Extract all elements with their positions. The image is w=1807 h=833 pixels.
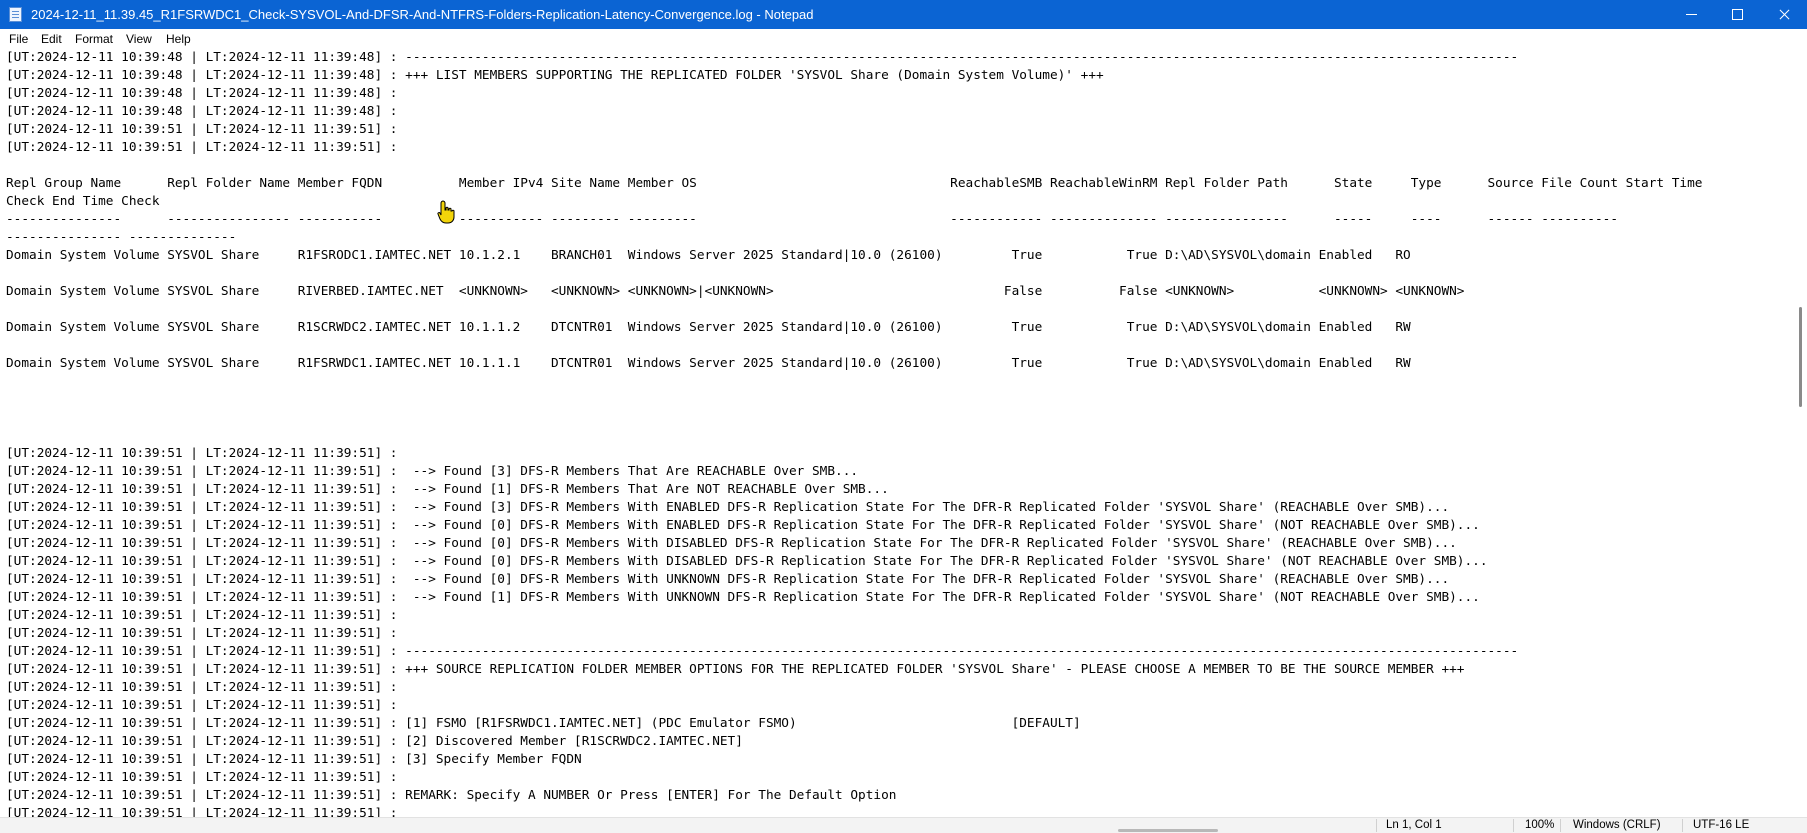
text-line: Domain System Volume SYSVOL Share R1FSRO… bbox=[6, 248, 1411, 263]
text-line: Domain System Volume SYSVOL Share RIVERB… bbox=[6, 284, 1465, 299]
notepad-window: 2024-12-11_11.39.45_R1FSRWDC1_Check-SYSV… bbox=[0, 0, 1807, 833]
text-line bbox=[6, 409, 1795, 427]
text-line: [UT:2024-12-11 10:39:51 | LT:2024-12-11 … bbox=[6, 788, 897, 803]
hand-pointer-icon bbox=[437, 200, 455, 224]
vertical-scrollbar[interactable] bbox=[1795, 49, 1807, 817]
encoding: UTF-16 LE bbox=[1693, 819, 1750, 831]
text-line: [UT:2024-12-11 10:39:51 | LT:2024-12-11 … bbox=[6, 518, 1480, 533]
text-line bbox=[6, 265, 1795, 283]
maximize-button[interactable] bbox=[1714, 0, 1760, 29]
minimize-button[interactable] bbox=[1668, 0, 1714, 29]
text-line: [UT:2024-12-11 10:39:51 | LT:2024-12-11 … bbox=[6, 752, 582, 767]
text-line bbox=[6, 391, 1795, 409]
text-line: --------------- -------------- bbox=[6, 230, 237, 245]
notepad-icon bbox=[9, 7, 22, 22]
text-line: [UT:2024-12-11 10:39:51 | LT:2024-12-11 … bbox=[6, 626, 398, 641]
text-line bbox=[6, 427, 1795, 445]
text-line: [UT:2024-12-11 10:39:51 | LT:2024-12-11 … bbox=[6, 536, 1457, 551]
text-line: [UT:2024-12-11 10:39:51 | LT:2024-12-11 … bbox=[6, 716, 1081, 731]
text-line: [UT:2024-12-11 10:39:48 | LT:2024-12-11 … bbox=[6, 86, 398, 101]
window-title: 2024-12-11_11.39.45_R1FSRWDC1_Check-SYSV… bbox=[31, 7, 814, 22]
text-line: [UT:2024-12-11 10:39:51 | LT:2024-12-11 … bbox=[6, 140, 398, 155]
text-line: [UT:2024-12-11 10:39:51 | LT:2024-12-11 … bbox=[6, 464, 859, 479]
text-line: [UT:2024-12-11 10:39:51 | LT:2024-12-11 … bbox=[6, 122, 398, 137]
text-line: Domain System Volume SYSVOL Share R1FSRW… bbox=[6, 356, 1411, 371]
text-line bbox=[6, 337, 1795, 355]
text-line: [UT:2024-12-11 10:39:51 | LT:2024-12-11 … bbox=[6, 770, 398, 785]
menu-edit[interactable]: Edit bbox=[41, 29, 62, 49]
text-line: Domain System Volume SYSVOL Share R1SCRW… bbox=[6, 320, 1411, 335]
menu-bar: File Edit Format View Help bbox=[0, 29, 1807, 49]
text-editor[interactable]: [UT:2024-12-11 10:39:48 | LT:2024-12-11 … bbox=[0, 49, 1795, 817]
text-line: [UT:2024-12-11 10:39:51 | LT:2024-12-11 … bbox=[6, 734, 743, 749]
text-line: [UT:2024-12-11 10:39:51 | LT:2024-12-11 … bbox=[6, 482, 889, 497]
title-bar[interactable]: 2024-12-11_11.39.45_R1FSRWDC1_Check-SYSV… bbox=[0, 0, 1807, 29]
vertical-scrollbar-thumb[interactable] bbox=[1799, 307, 1802, 407]
menu-help[interactable]: Help bbox=[166, 29, 191, 49]
menu-file[interactable]: File bbox=[9, 29, 28, 49]
text-line: [UT:2024-12-11 10:39:51 | LT:2024-12-11 … bbox=[6, 644, 1519, 659]
close-button[interactable] bbox=[1761, 0, 1807, 29]
text-line: [UT:2024-12-11 10:39:51 | LT:2024-12-11 … bbox=[6, 608, 398, 623]
text-line: [UT:2024-12-11 10:39:51 | LT:2024-12-11 … bbox=[6, 680, 398, 695]
text-line bbox=[6, 301, 1795, 319]
text-line: [UT:2024-12-11 10:39:51 | LT:2024-12-11 … bbox=[6, 806, 398, 817]
text-line: [UT:2024-12-11 10:39:51 | LT:2024-12-11 … bbox=[6, 572, 1450, 587]
text-line: [UT:2024-12-11 10:39:51 | LT:2024-12-11 … bbox=[6, 554, 1488, 569]
menu-format[interactable]: Format bbox=[75, 29, 113, 49]
text-line: [UT:2024-12-11 10:39:51 | LT:2024-12-11 … bbox=[6, 500, 1450, 515]
menu-view[interactable]: View bbox=[126, 29, 152, 49]
text-line: [UT:2024-12-11 10:39:48 | LT:2024-12-11 … bbox=[6, 104, 398, 119]
text-line: [UT:2024-12-11 10:39:48 | LT:2024-12-11 … bbox=[6, 68, 1104, 83]
status-bar: Ln 1, Col 1 100% Windows (CRLF) UTF-16 L… bbox=[0, 817, 1807, 833]
text-line: Check End Time Check bbox=[6, 194, 160, 209]
text-line: [UT:2024-12-11 10:39:48 | LT:2024-12-11 … bbox=[6, 50, 1519, 65]
text-line: [UT:2024-12-11 10:39:51 | LT:2024-12-11 … bbox=[6, 662, 1465, 677]
editor-content[interactable]: [UT:2024-12-11 10:39:48 | LT:2024-12-11 … bbox=[0, 49, 1795, 817]
text-line bbox=[6, 373, 1795, 391]
text-line: [UT:2024-12-11 10:39:51 | LT:2024-12-11 … bbox=[6, 698, 398, 713]
cursor-position: Ln 1, Col 1 bbox=[1386, 819, 1442, 831]
text-line: Repl Group Name Repl Folder Name Member … bbox=[6, 176, 1703, 191]
zoom-level: 100% bbox=[1525, 819, 1555, 831]
text-line: [UT:2024-12-11 10:39:51 | LT:2024-12-11 … bbox=[6, 590, 1480, 605]
line-ending: Windows (CRLF) bbox=[1573, 819, 1661, 831]
text-line bbox=[6, 157, 1795, 175]
text-line: --------------- ---------------- -------… bbox=[6, 212, 1618, 227]
text-line: [UT:2024-12-11 10:39:51 | LT:2024-12-11 … bbox=[6, 446, 398, 461]
